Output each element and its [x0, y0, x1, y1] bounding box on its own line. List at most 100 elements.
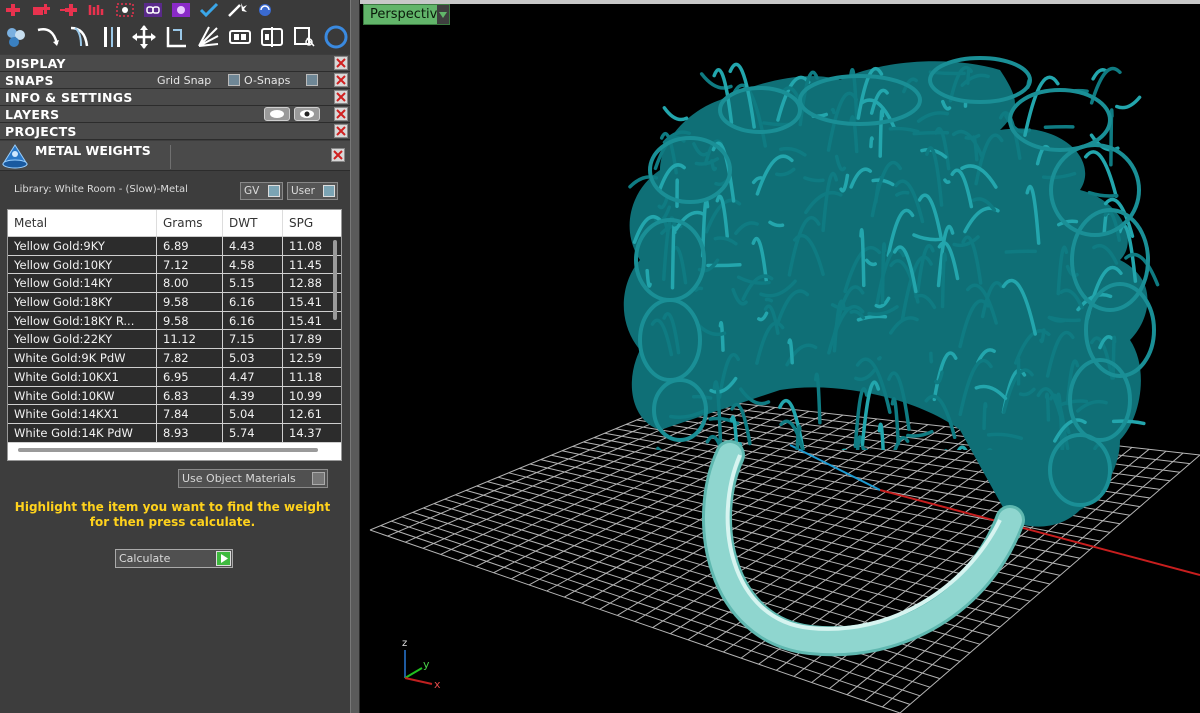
paint-icon[interactable]	[170, 1, 192, 19]
gv-checkbox[interactable]	[268, 185, 280, 197]
cell-metal: Yellow Gold:14KY	[8, 274, 157, 293]
column-header-dwt[interactable]: DWT	[223, 210, 283, 236]
cell-spg: 15.41	[289, 313, 322, 328]
section-layers[interactable]: LAYERS	[0, 106, 350, 123]
table-row[interactable]: Yellow Gold:9KY 6.89 4.43 11.08	[8, 237, 341, 256]
use-object-materials-label: Use Object Materials	[182, 472, 296, 485]
calculate-button[interactable]: Calculate	[115, 549, 233, 568]
close-metal-weights-icon[interactable]	[331, 148, 345, 162]
nudge-icon[interactable]	[86, 1, 108, 19]
table-row[interactable]: White Gold:9K PdW 7.82 5.03 12.59	[8, 349, 341, 368]
use-object-materials-toggle[interactable]: Use Object Materials	[178, 469, 328, 488]
lattice-strand	[1115, 95, 1142, 110]
lattice-strand	[662, 106, 689, 122]
add-point-icon[interactable]	[2, 1, 24, 19]
o-snaps-toggle[interactable]	[306, 74, 318, 86]
user-toggle[interactable]: User	[287, 182, 338, 200]
lattice-strand	[982, 402, 988, 431]
lattice-strand	[1111, 335, 1117, 380]
lattice-strand	[929, 351, 934, 364]
burst-icon[interactable]	[194, 22, 222, 52]
lattice-strand	[966, 68, 972, 85]
panel-splitter[interactable]	[350, 0, 360, 713]
eye-icon[interactable]	[294, 107, 320, 121]
table-row[interactable]: White Gold:14KX1 7.84 5.04 12.61	[8, 405, 341, 424]
sweep-icon[interactable]	[66, 22, 94, 52]
user-checkbox[interactable]	[323, 185, 335, 197]
column-header-metal[interactable]: Metal	[8, 210, 157, 236]
circle-icon[interactable]	[322, 22, 350, 52]
ring-model[interactable]	[623, 56, 1160, 550]
section-projects[interactable]: PROJECTS	[0, 123, 350, 140]
cell-dwt: 4.47	[223, 367, 283, 386]
cell-grams: 7.84	[157, 405, 223, 423]
section-snaps[interactable]: SNAPS Grid Snap O-Snaps	[0, 72, 350, 89]
corner-icon[interactable]	[162, 22, 190, 52]
lattice-strand	[880, 242, 887, 305]
close-display-icon[interactable]	[334, 56, 348, 70]
cell-dwt: 4.43	[223, 237, 283, 255]
magic-wand-icon[interactable]	[226, 1, 248, 19]
column-header-grams[interactable]: Grams	[157, 210, 223, 236]
group-icon[interactable]	[226, 22, 254, 52]
mirror-icon[interactable]	[98, 22, 126, 52]
cell-grams: 7.12	[157, 255, 223, 274]
align-icon[interactable]	[258, 22, 286, 52]
table-row[interactable]: Yellow Gold:18KY R... 9.58 6.16 15.41	[8, 311, 341, 331]
metal-weights-header: METAL WEIGHTS	[0, 141, 350, 171]
table-row[interactable]: White Gold:10KW 6.83 4.39 10.99	[8, 386, 341, 406]
add-object-icon[interactable]	[30, 1, 52, 19]
viewport-tab-perspective[interactable]: Perspective	[363, 4, 450, 25]
move-add-icon[interactable]	[58, 1, 80, 19]
gv-toggle[interactable]: GV	[240, 182, 283, 200]
cell-metal: White Gold:10KW	[8, 386, 157, 405]
table-header: Metal Grams DWT SPG	[8, 210, 341, 237]
close-layers-icon[interactable]	[334, 107, 348, 121]
cell-metal: Yellow Gold:10KY	[8, 255, 157, 274]
library-label: Library: White Room - (Slow)-Metal	[14, 184, 188, 195]
rotate-view-icon[interactable]	[254, 1, 276, 19]
cell-spg: 15.41	[289, 295, 322, 310]
section-info-settings[interactable]: INFO & SETTINGS	[0, 89, 350, 106]
lattice-strand	[1004, 249, 1038, 254]
table-vertical-scrollbar[interactable]	[333, 240, 337, 320]
use-object-materials-checkbox[interactable]	[312, 472, 325, 485]
grid-snap-toggle[interactable]	[228, 74, 240, 86]
perspective-viewport[interactable]: z yx Perspective	[360, 0, 1200, 713]
cell-grams: 6.95	[157, 367, 223, 386]
frame-select-icon[interactable]	[114, 1, 136, 19]
close-snaps-icon[interactable]	[334, 73, 348, 87]
metals-table: Metal Grams DWT SPG Yellow Gold:9KY 6.89 4…	[7, 209, 342, 461]
lattice-strand	[869, 449, 872, 450]
curve-icon[interactable]	[34, 22, 62, 52]
boolean-icon[interactable]	[2, 22, 30, 52]
column-header-spg[interactable]: SPG	[283, 210, 333, 236]
cell-dwt: 5.74	[223, 423, 283, 442]
table-row[interactable]: Yellow Gold:14KY 8.00 5.15 12.88	[8, 274, 341, 294]
cell-grams: 8.93	[157, 423, 223, 442]
trim-icon[interactable]	[290, 22, 318, 52]
section-layers-title: LAYERS	[5, 107, 60, 122]
layer-visibility-icon[interactable]	[264, 107, 290, 121]
table-row[interactable]: Yellow Gold:18KY 9.58 6.16 15.41	[8, 293, 341, 312]
lattice-strand	[776, 491, 780, 493]
scene-canvas[interactable]: z yx	[360, 0, 1200, 713]
close-projects-icon[interactable]	[334, 124, 348, 138]
table-row[interactable]: White Gold:14K PdW 8.93 5.74 14.37	[8, 423, 341, 443]
cell-dwt: 6.16	[223, 311, 283, 330]
close-info-icon[interactable]	[334, 90, 348, 104]
chevron-down-icon[interactable]	[437, 5, 449, 24]
table-row[interactable]: Yellow Gold:22KY 11.12 7.15 17.89	[8, 330, 341, 350]
section-display[interactable]: DISPLAY	[0, 55, 350, 72]
table-horizontal-scrollbar[interactable]	[18, 448, 318, 452]
section-info-title: INFO & SETTINGS	[5, 90, 133, 105]
move-icon[interactable]	[130, 22, 158, 52]
table-row[interactable]: White Gold:10KX1 6.95 4.47 11.18	[8, 367, 341, 387]
table-row[interactable]: Yellow Gold:10KY 7.12 4.58 11.45	[8, 255, 341, 275]
play-icon[interactable]	[216, 551, 231, 566]
link-icon[interactable]	[142, 1, 164, 19]
lattice-strand	[813, 372, 822, 425]
checkmark-icon[interactable]	[198, 1, 220, 19]
toolbar-row-2	[0, 20, 350, 54]
section-projects-title: PROJECTS	[5, 124, 77, 139]
